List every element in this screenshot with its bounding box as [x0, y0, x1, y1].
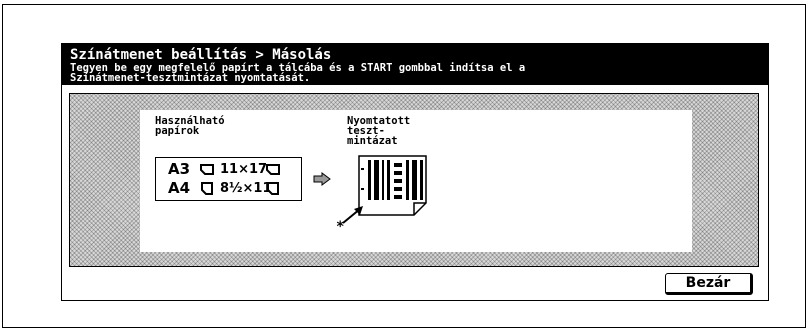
close-button[interactable]: Bezár [665, 273, 753, 295]
window-frame: Színátmenet beállítás > Másolás Tegyen b… [2, 4, 806, 328]
landscape-paper-icon [266, 163, 280, 175]
paper-size-11x17: 11×17 [220, 161, 268, 177]
footer-bar: Bezár [62, 270, 768, 300]
landscape-paper-icon [200, 163, 214, 175]
paper-size-a3: A3 [168, 160, 191, 178]
right-arrow-icon [313, 172, 331, 186]
asterisk-marker: * [336, 219, 345, 235]
header-bar: Színátmenet beállítás > Másolás Tegyen b… [62, 44, 768, 85]
control-panel-screen: Színátmenet beállítás > Másolás Tegyen b… [61, 43, 769, 301]
printed-pattern-label: Nyomtatott teszt- mintázat [347, 115, 411, 147]
instruction-message: Tegyen be egy megfelelő papírt a tálcába… [70, 62, 526, 84]
illustration-area: Használható papírok Nyomtatott teszt- mi… [140, 110, 692, 252]
paper-row-1: A3 11×17 [168, 160, 280, 178]
test-pattern-sheet-icon [358, 155, 427, 216]
usable-papers-label: Használható papírok [155, 115, 225, 137]
portrait-paper-icon [201, 181, 213, 195]
paper-size-a4: A4 [168, 179, 191, 197]
portrait-paper-icon [267, 181, 279, 195]
paper-size-8.5x11: 8½×11 [220, 180, 272, 196]
page-title: Színátmenet beállítás > Másolás [70, 47, 332, 63]
content-panel: Használható papírok Nyomtatott teszt- mi… [69, 93, 759, 267]
usable-papers-box: A3 11×17 A4 8½×11 [155, 157, 302, 201]
paper-row-2: A4 8½×11 [168, 179, 280, 197]
